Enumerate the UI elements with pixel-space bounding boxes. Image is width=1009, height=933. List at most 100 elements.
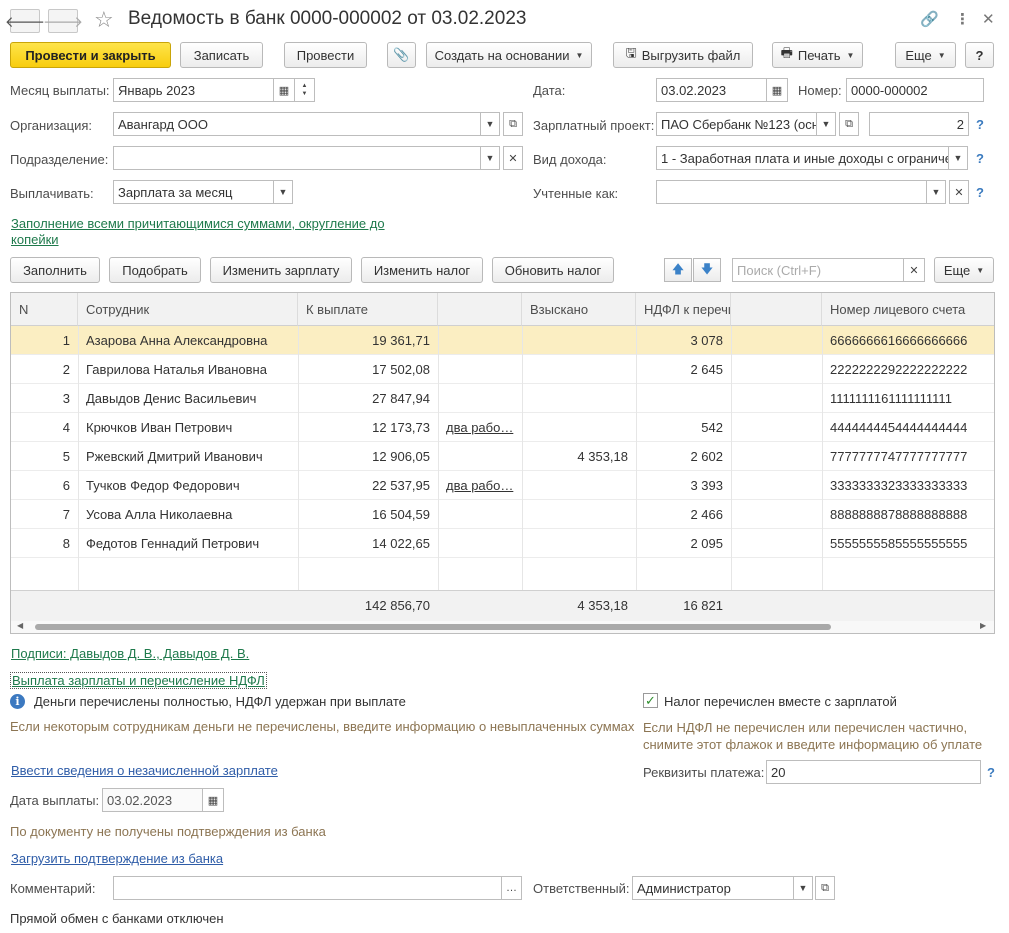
cell-note[interactable]: два рабо… — [438, 413, 522, 442]
col-header-account[interactable]: Номер лицевого счета — [822, 293, 994, 326]
cell-amount: 14 022,65 — [372, 536, 430, 551]
col-header-note[interactable] — [438, 293, 522, 326]
department-dropdown[interactable]: ▼ — [480, 146, 500, 170]
cell-withheld — [522, 471, 636, 500]
department-clear-button[interactable]: ✕ — [503, 146, 523, 170]
help-icon[interactable]: ? — [976, 185, 984, 200]
signatures-link[interactable]: Подписи: Давыдов Д. В., Давыдов Д. В. — [11, 646, 249, 661]
ellipsis-icon: … — [506, 882, 517, 894]
table-more-button[interactable]: Еще ▼ — [934, 257, 994, 283]
col-header-tax[interactable]: НДФЛ к перечислению — [636, 293, 731, 326]
update-tax-button[interactable]: Обновить налог — [492, 257, 614, 283]
date-field[interactable]: 03.02.2023 — [656, 78, 767, 102]
horizontal-scrollbar[interactable]: ◀ ▶ — [11, 621, 994, 633]
table-row[interactable]: 1 Азарова Анна Александровна 19 361,71 3 07… — [11, 326, 994, 355]
department-field[interactable] — [113, 146, 481, 170]
tax-paid-checkbox[interactable]: ✓ — [643, 693, 658, 708]
table-row[interactable]: 5 Ржевский Дмитрий Иванович 12 906,05 4 353… — [11, 442, 994, 471]
post-button[interactable]: Провести — [284, 42, 367, 68]
income-type-dropdown[interactable]: ▼ — [948, 146, 968, 170]
organization-field[interactable]: Авангард ООО — [113, 112, 481, 136]
organization-open-button[interactable]: ⧉ — [503, 112, 523, 136]
arrow-up-icon: 🡅 — [671, 261, 685, 276]
move-up-button[interactable]: 🡅 — [664, 258, 692, 282]
cell-withheld — [522, 500, 636, 529]
search-clear-button[interactable]: ✕ — [903, 258, 925, 282]
back-button[interactable]: 🡐 — [5, 9, 45, 33]
help-icon[interactable]: ? — [976, 151, 984, 166]
help-button[interactable]: ? — [965, 42, 994, 68]
link-icon[interactable]: 🔗 — [920, 10, 939, 28]
responsible-dropdown[interactable]: ▼ — [793, 876, 813, 900]
more-button[interactable]: Еще ▼ — [895, 42, 956, 68]
date-calendar-button[interactable]: ▦ — [766, 78, 788, 102]
table-row[interactable]: 7 Усова Алла Николаевна 16 504,59 2 466 8888… — [11, 500, 994, 529]
fill-mode-link[interactable]: Заполнение всеми причитающимися суммами,… — [11, 216, 385, 231]
payment-link[interactable]: Выплата зарплаты и перечисление НДФЛ — [10, 672, 267, 689]
move-down-button[interactable]: 🡇 — [693, 258, 721, 282]
month-field[interactable]: Январь 2023 — [113, 78, 274, 102]
cell-withheld: 4 353,18 — [577, 449, 628, 464]
salary-project-field[interactable]: ПАО Сбербанк №123 (осн — [656, 112, 817, 136]
salary-project-count-field[interactable]: 2 — [869, 112, 969, 136]
post-and-close-button[interactable]: Провести и закрыть — [10, 42, 171, 68]
forward-button[interactable]: 🡒 — [43, 9, 83, 33]
load-confirmation-link[interactable]: Загрузить подтверждение из банка — [11, 851, 223, 866]
table-row[interactable]: 8 Федотов Геннадий Петрович 14 022,65 2 095… — [11, 529, 994, 558]
pay-field[interactable]: Зарплата за месяц — [113, 180, 274, 204]
scroll-right-icon[interactable]: ▶ — [980, 621, 986, 630]
unpaid-salary-link[interactable]: Ввести сведения о незачисленной зарплате — [11, 763, 278, 778]
employees-table[interactable]: N Сотрудник К выплате Взыскано НДФЛ к пе… — [10, 292, 995, 634]
create-based-on-button[interactable]: Создать на основании ▼ — [426, 42, 592, 68]
close-icon[interactable]: ✕ — [982, 10, 995, 28]
responsible-open-button[interactable]: ⧉ — [815, 876, 835, 900]
fill-mode-link-2[interactable]: копейки — [11, 232, 59, 247]
scrollbar-thumb[interactable] — [35, 624, 831, 630]
month-stepper[interactable]: ▲ ▼ — [294, 78, 315, 102]
cell-note[interactable]: два рабо… — [438, 471, 522, 500]
col-header-extra[interactable] — [731, 293, 822, 326]
more-vertical-icon[interactable]: ⋮ — [955, 10, 970, 28]
export-file-button[interactable]: 🖫 Выгрузить файл — [613, 42, 753, 68]
attach-button[interactable]: 📎 — [387, 42, 416, 68]
star-icon[interactable]: ☆ — [94, 7, 114, 33]
pay-date-field[interactable]: 03.02.2023 — [102, 788, 203, 812]
caret-down-icon: ▼ — [976, 265, 985, 275]
salary-project-open-button[interactable]: ⧉ — [839, 112, 859, 136]
print-button[interactable]: 🖶 Печать ▼ — [772, 42, 863, 68]
col-header-amount[interactable]: К выплате — [298, 293, 438, 326]
scroll-left-icon[interactable]: ◀ — [17, 621, 23, 630]
col-header-n[interactable]: N — [11, 293, 78, 326]
accounted-clear-button[interactable]: ✕ — [949, 180, 969, 204]
open-icon: ⧉ — [845, 117, 853, 130]
help-icon[interactable]: ? — [976, 117, 984, 132]
comment-more-button[interactable]: … — [501, 876, 522, 900]
col-header-withheld[interactable]: Взыскано — [522, 293, 636, 326]
select-button[interactable]: Подобрать — [109, 257, 201, 283]
help-icon[interactable]: ? — [987, 765, 995, 780]
table-row[interactable]: 2 Гаврилова Наталья Ивановна 17 502,08 2 64… — [11, 355, 994, 384]
table-row[interactable]: 6 Тучков Федор Федорович 22 537,95 два рабо… — [11, 471, 994, 500]
cell-tax: 2 602 — [690, 449, 723, 464]
pay-dropdown[interactable]: ▼ — [273, 180, 293, 204]
fill-button[interactable]: Заполнить — [10, 257, 100, 283]
accounted-field[interactable] — [656, 180, 927, 204]
change-salary-button[interactable]: Изменить зарплату — [210, 257, 352, 283]
save-button[interactable]: Записать — [180, 42, 263, 68]
comment-field[interactable] — [113, 876, 502, 900]
accounted-dropdown[interactable]: ▼ — [926, 180, 946, 204]
column-divider — [438, 326, 439, 621]
pay-date-calendar-button[interactable]: ▦ — [202, 788, 224, 812]
organization-dropdown[interactable]: ▼ — [480, 112, 500, 136]
search-input[interactable]: Поиск (Ctrl+F) — [732, 258, 904, 282]
number-field[interactable]: 0000-000002 — [846, 78, 984, 102]
salary-project-dropdown[interactable]: ▼ — [816, 112, 836, 136]
table-row[interactable]: 4 Крючков Иван Петрович 12 173,73 два рабо…… — [11, 413, 994, 442]
requisites-field[interactable]: 20 — [766, 760, 981, 784]
income-type-field[interactable]: 1 - Заработная плата и иные доходы с огр… — [656, 146, 949, 170]
calendar-button[interactable]: ▦ — [273, 78, 295, 102]
table-row[interactable]: 3 Давыдов Денис Васильевич 27 847,94 111111… — [11, 384, 994, 413]
responsible-field[interactable]: Администратор — [632, 876, 794, 900]
change-tax-button[interactable]: Изменить налог — [361, 257, 483, 283]
col-header-employee[interactable]: Сотрудник — [78, 293, 298, 326]
